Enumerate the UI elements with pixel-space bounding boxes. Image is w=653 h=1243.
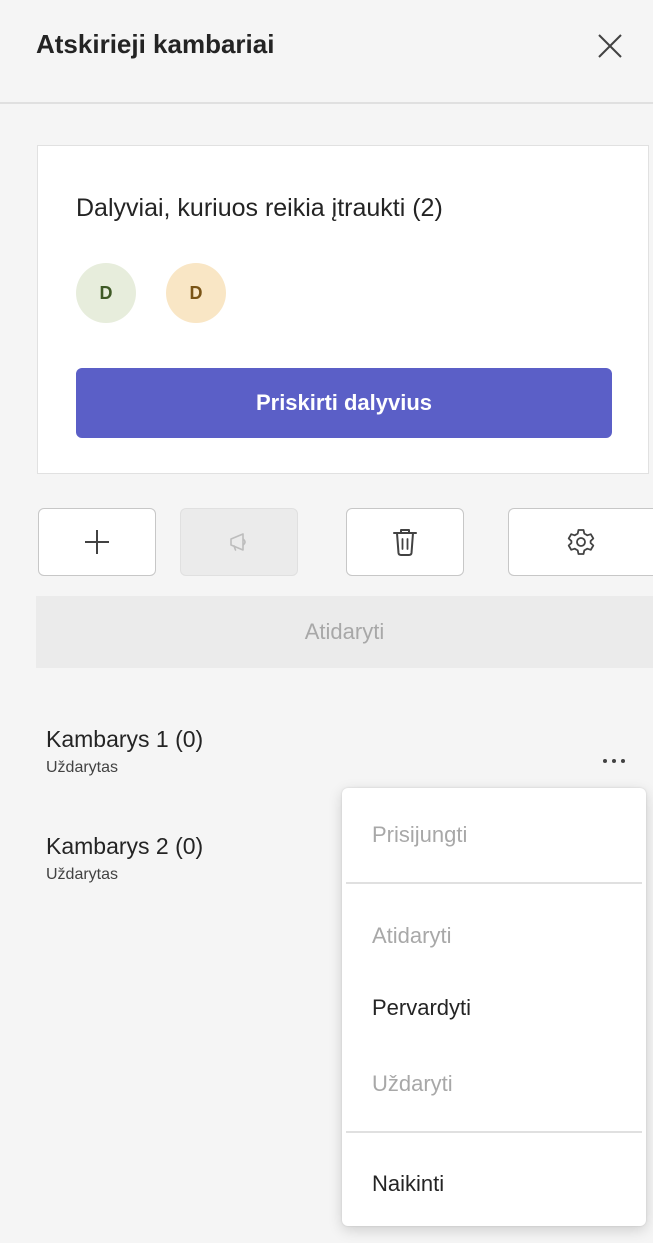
room-name: Kambarys 2 (0) (46, 833, 204, 859)
list-item[interactable]: Kambarys 1 (0) Uždarytas (46, 722, 203, 780)
megaphone-icon (230, 533, 246, 551)
menu-item-open[interactable]: Atidaryti (372, 916, 451, 956)
room-context-menu: Prisijungti Atidaryti Pervardyti Uždaryt… (342, 788, 646, 1226)
participants-heading: Dalyviai, kuriuos reikia įtraukti (2) (76, 194, 443, 222)
assign-participants-button[interactable]: Priskirti dalyvius (76, 368, 612, 438)
panel-header: Atskirieji kambariai (0, 0, 653, 104)
trash-icon (393, 529, 417, 556)
more-horizontal-icon (603, 759, 625, 763)
menu-item-join[interactable]: Prisijungti (372, 815, 467, 855)
close-button[interactable] (588, 24, 632, 68)
delete-room-button[interactable] (346, 508, 464, 576)
participants-card: Dalyviai, kuriuos reikia įtraukti (2) D … (37, 145, 649, 474)
more-options-button[interactable] (596, 744, 632, 776)
add-room-button[interactable] (38, 508, 156, 576)
menu-item-close[interactable]: Uždaryti (372, 1064, 453, 1104)
panel-title: Atskirieji kambariai (36, 29, 275, 59)
room-name: Kambarys 1 (0) (46, 726, 204, 752)
avatar[interactable]: D (76, 263, 136, 323)
menu-divider (346, 1131, 642, 1133)
open-rooms-button[interactable]: Atidaryti (36, 596, 653, 668)
gear-icon (567, 529, 595, 555)
plus-icon (85, 530, 109, 554)
room-settings-button[interactable] (508, 508, 653, 576)
close-icon (598, 34, 622, 58)
room-status: Uždarytas (46, 759, 119, 776)
announcement-button[interactable] (180, 508, 298, 576)
menu-item-delete[interactable]: Naikinti (372, 1164, 444, 1204)
list-item[interactable]: Kambarys 2 (0) Uždarytas (46, 829, 203, 887)
avatar[interactable]: D (166, 263, 226, 323)
menu-item-rename[interactable]: Pervardyti (372, 988, 471, 1028)
room-status: Uždarytas (46, 866, 119, 883)
menu-divider (346, 882, 642, 884)
